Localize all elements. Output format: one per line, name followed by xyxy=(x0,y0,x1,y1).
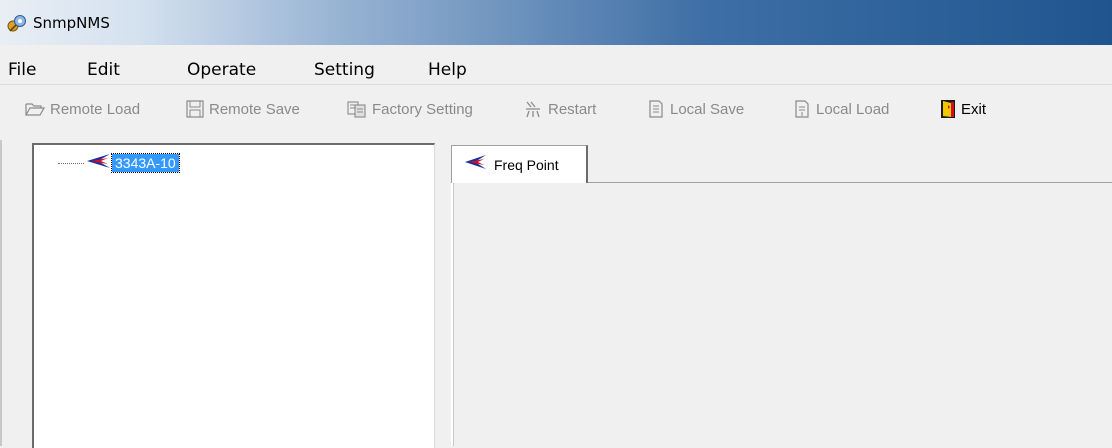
remote-save-label: Remote Save xyxy=(209,100,300,118)
restart-button[interactable]: Restart xyxy=(523,97,596,121)
tab-freq-point[interactable]: Freq Point xyxy=(451,145,588,183)
device-tree[interactable]: 3343A-10 xyxy=(32,143,435,448)
tree-connector xyxy=(58,162,84,164)
toolbar: Remote Load Remote Save Factory Setting xyxy=(0,84,1112,133)
local-load-button[interactable]: Local Load xyxy=(793,97,889,121)
menu-bar: File Edit Operate Setting Help xyxy=(0,57,1112,84)
window-title: SnmpNMS xyxy=(33,14,110,32)
restart-icon xyxy=(523,99,543,119)
exit-button[interactable]: Exit xyxy=(940,97,986,121)
tab-label: Freq Point xyxy=(494,156,559,173)
local-save-button[interactable]: Local Save xyxy=(647,97,744,121)
tab-content-area xyxy=(451,183,1112,446)
factory-setting-label: Factory Setting xyxy=(372,100,473,118)
folder-open-icon xyxy=(25,101,45,117)
menu-file[interactable]: File xyxy=(8,60,36,80)
menu-edit[interactable]: Edit xyxy=(87,60,120,80)
menu-help[interactable]: Help xyxy=(428,60,467,80)
restart-label: Restart xyxy=(548,100,597,118)
menu-setting[interactable]: Setting xyxy=(314,60,375,80)
floppy-save-icon xyxy=(186,100,204,118)
app-satellite-icon xyxy=(7,13,27,33)
device-arrow-icon xyxy=(464,153,488,176)
content-border xyxy=(453,183,454,446)
local-save-label: Local Save xyxy=(670,100,745,118)
device-arrow-icon xyxy=(86,152,112,175)
factory-setting-icon xyxy=(347,100,367,118)
factory-setting-button[interactable]: Factory Setting xyxy=(347,97,473,121)
tree-node[interactable]: 3343A-10 xyxy=(58,152,180,175)
local-load-icon xyxy=(793,99,811,119)
tree-node-label[interactable]: 3343A-10 xyxy=(111,153,180,173)
exit-door-icon xyxy=(940,99,956,119)
local-save-icon xyxy=(647,99,665,119)
remote-load-button[interactable]: Remote Load xyxy=(25,97,140,121)
menu-operate[interactable]: Operate xyxy=(187,60,256,80)
exit-label: Exit xyxy=(961,100,987,118)
window-border xyxy=(0,140,2,446)
remote-load-label: Remote Load xyxy=(50,100,141,118)
local-load-label: Local Load xyxy=(816,100,890,118)
remote-save-button[interactable]: Remote Save xyxy=(186,97,300,121)
window-frame xyxy=(0,45,1112,57)
title-bar[interactable]: SnmpNMS xyxy=(0,0,1112,45)
